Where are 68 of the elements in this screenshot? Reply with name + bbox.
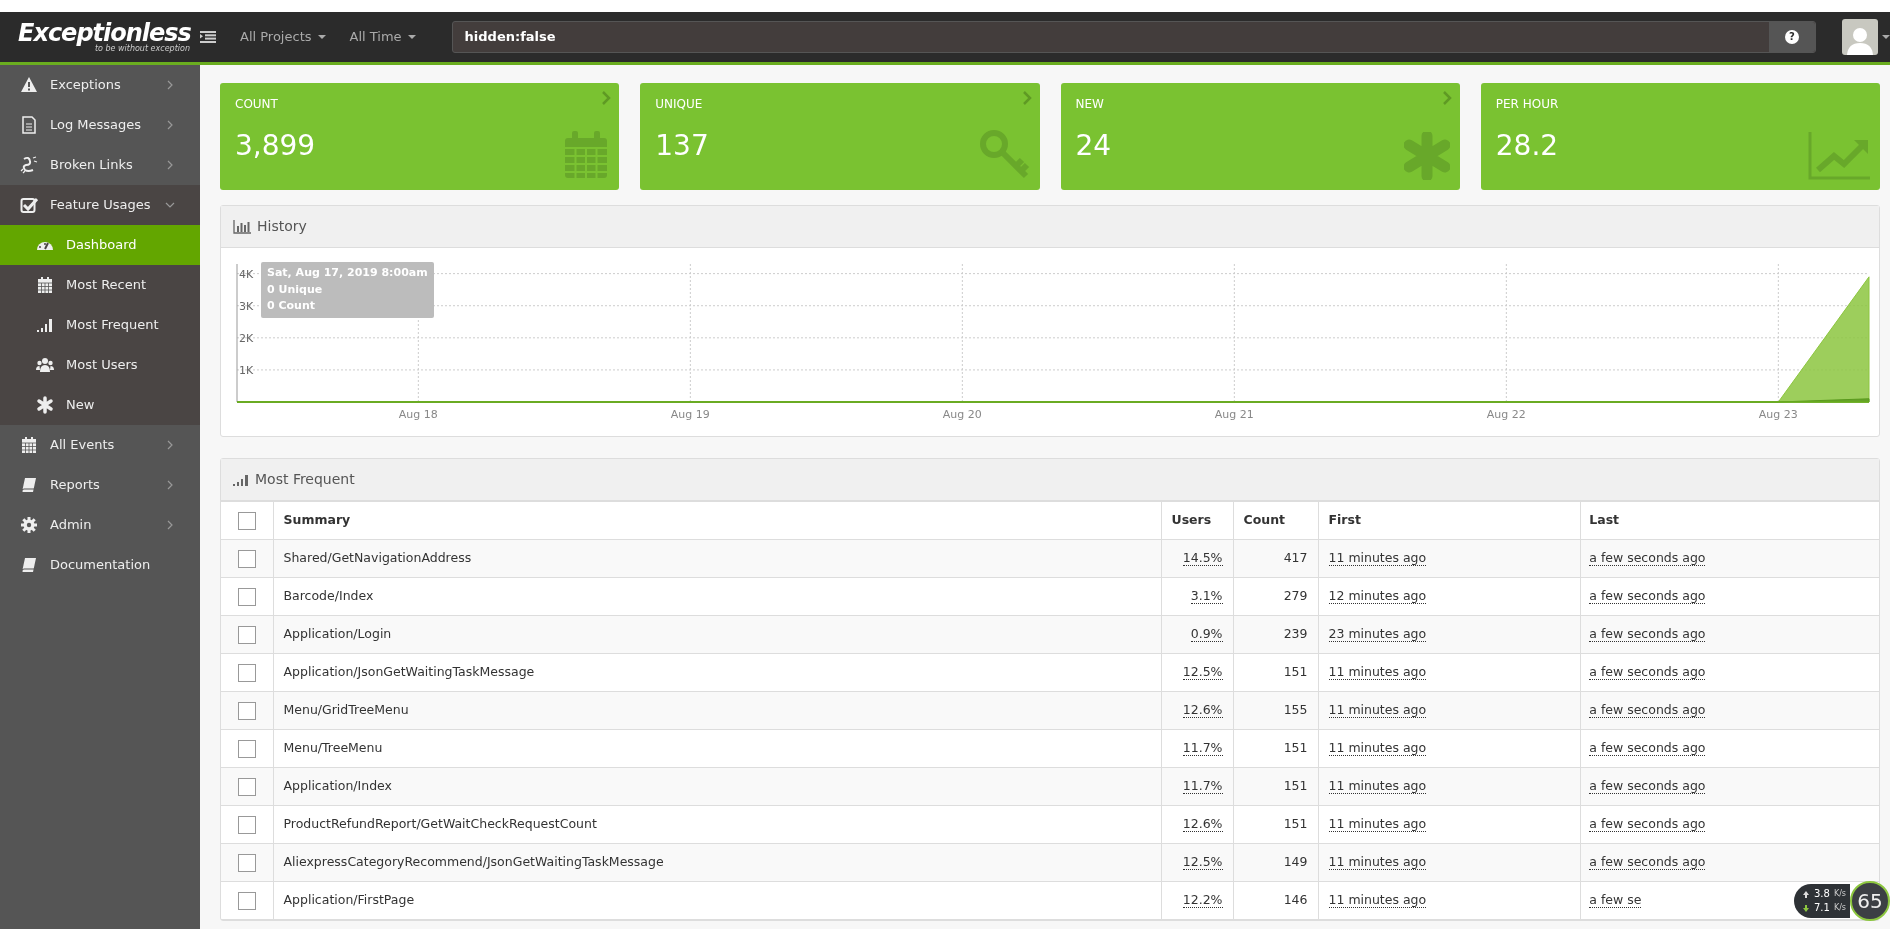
users-percent: 12.5% [1182, 664, 1223, 681]
users-percent: 14.5% [1182, 550, 1223, 567]
logo-tagline: to be without exception [94, 45, 190, 53]
count-cell: 155 [1233, 691, 1318, 730]
y-tick-label: 4K [239, 267, 254, 281]
first-time: 11 minutes ago [1328, 664, 1427, 681]
first-time: 11 minutes ago [1328, 740, 1427, 757]
first-time: 11 minutes ago [1328, 854, 1427, 871]
stat-title: UNIQUE [655, 96, 704, 113]
x-tick-label: Aug 20 [942, 408, 982, 421]
users-percent: 12.6% [1182, 702, 1223, 719]
first-time: 12 minutes ago [1328, 588, 1427, 605]
panel-title: History [257, 217, 307, 236]
last-time: a few seconds ago [1589, 778, 1706, 795]
x-tick-label: Aug 18 [398, 408, 438, 421]
users-percent: 12.6% [1182, 816, 1223, 833]
last-time: a few seconds ago [1589, 588, 1706, 605]
tooltip-date: Sat, Aug 17, 2019 8:00am [267, 265, 428, 281]
count-cell: 239 [1233, 615, 1318, 654]
count-cell: 151 [1233, 767, 1318, 806]
first-time: 11 minutes ago [1328, 816, 1427, 833]
last-time: a few seconds ago [1589, 550, 1706, 567]
panel-title: Most Frequent [255, 470, 355, 489]
users-percent: 12.5% [1182, 854, 1223, 871]
x-tick-label: Aug 23 [1758, 408, 1798, 421]
y-tick-label: 3K [239, 299, 254, 313]
first-time: 11 minutes ago [1328, 778, 1427, 795]
stat-value: 137 [655, 128, 709, 164]
users-percent: 12.2% [1182, 892, 1223, 909]
last-time: a few se [1589, 892, 1642, 909]
stat-title: PER HOUR [1495, 96, 1560, 113]
first-time: 11 minutes ago [1328, 702, 1427, 719]
count-cell: 417 [1233, 539, 1318, 578]
x-tick-label: Aug 21 [1214, 408, 1254, 421]
stat-value: 3,899 [235, 128, 316, 164]
count-cell: 151 [1233, 729, 1318, 768]
users-percent: 11.7% [1182, 740, 1223, 757]
stat-title: NEW [1075, 96, 1105, 113]
speed-unit: K/s [1833, 888, 1846, 900]
stat-value: 28.2 [1495, 128, 1559, 164]
count-cell: 146 [1233, 881, 1318, 920]
speed-value: 3.8 [1814, 887, 1830, 901]
stat-value: 24 [1075, 128, 1112, 164]
last-time: a few seconds ago [1589, 702, 1706, 719]
count-cell: 149 [1233, 843, 1318, 882]
users-percent: 11.7% [1182, 778, 1223, 795]
last-time: a few seconds ago [1589, 816, 1706, 833]
count-cell: 151 [1233, 805, 1318, 844]
speed-unit: K/s [1833, 902, 1846, 914]
users-percent: 3.1% [1190, 588, 1223, 605]
x-tick-label: Aug 22 [1486, 408, 1526, 421]
speed-value: 7.1 [1814, 901, 1830, 915]
last-time: a few seconds ago [1589, 664, 1706, 681]
count-cell: 151 [1233, 653, 1318, 692]
last-time: a few seconds ago [1589, 740, 1706, 757]
y-tick-label: 2K [239, 331, 254, 345]
last-time: a few seconds ago [1589, 626, 1706, 643]
last-time: a few seconds ago [1589, 854, 1706, 871]
users-percent: 0.9% [1190, 626, 1223, 643]
count-cell: 279 [1233, 577, 1318, 616]
first-time: 23 minutes ago [1328, 626, 1427, 643]
x-tick-label: Aug 19 [670, 408, 710, 421]
tooltip-line: 0 Unique [267, 281, 324, 298]
y-tick-label: 1K [239, 363, 254, 377]
tooltip-line: 0 Count [267, 298, 317, 314]
first-time: 11 minutes ago [1328, 892, 1427, 909]
first-time: 11 minutes ago [1328, 550, 1427, 567]
stat-title: COUNT [235, 96, 279, 113]
